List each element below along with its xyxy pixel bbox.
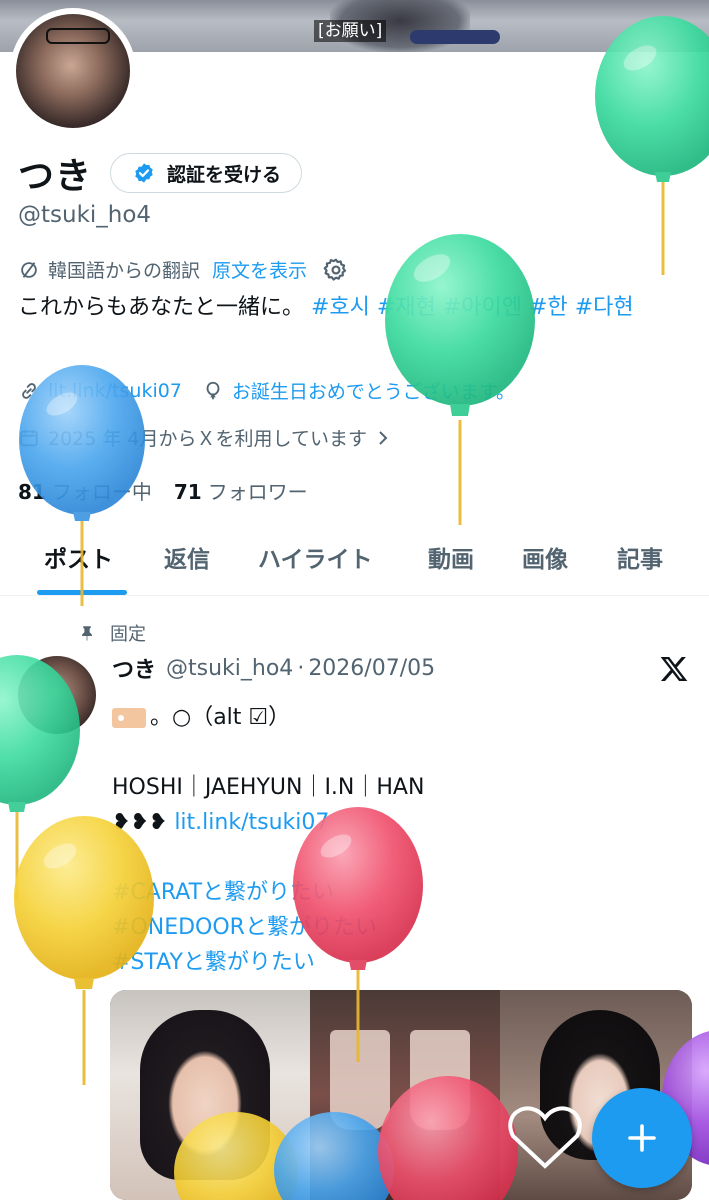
media-photo-middle [310,990,500,1200]
bio-hashtag[interactable]: #호시 [311,295,370,320]
link-icon [22,382,36,399]
tab-articles[interactable]: 記事 [617,540,663,574]
translation-row: 韓国語からの翻訳 原文を表示 [18,256,349,283]
following-count: 81 [18,480,46,504]
joined-text: 2025 年 4月からＸを利用しています [48,428,367,450]
ticket-emoji-icon [112,707,146,728]
profile-tabs: ポスト 返信 ハイライト 動画 画像 記事 [0,528,709,596]
post-line-members: HOSHI｜JAEHYUN｜I.N｜HAN [112,775,425,800]
active-tab-indicator [37,590,127,595]
balloon-icon [206,381,220,399]
post-author-name[interactable]: つき [112,652,156,684]
get-verified-button[interactable]: 認証を受ける [110,153,303,193]
tab-videos[interactable]: 動画 [428,540,474,574]
post-hashtag[interactable]: #CARATと繋がりたい [112,875,672,910]
post-link[interactable]: lit.link/tsuki07 [174,810,329,835]
birthday-item: お誕生日おめでとうございます。 [202,377,515,404]
post-author-handle[interactable]: @tsuki_ho4 [166,656,293,681]
pin-icon [82,626,92,641]
banner-caption: [お願い] [314,20,387,42]
joined-row[interactable]: 2025 年 4月からＸを利用しています [18,424,391,451]
show-original-link[interactable]: 原文を表示 [212,256,307,283]
plus-icon [628,1124,656,1152]
following-label: フォロー中 [51,480,152,504]
post-separator: · [297,655,305,681]
birthday-text[interactable]: お誕生日おめでとうございます。 [232,377,515,404]
tab-highlights[interactable]: ハイライト [258,540,373,574]
post-line-alt: 。○（alt ☑） [112,700,672,735]
tab-images[interactable]: 画像 [522,540,568,574]
get-verified-label: 認証を受ける [167,163,282,186]
post-avatar[interactable] [18,656,96,734]
bio-hashtag[interactable]: #한 [529,295,568,320]
post-hashtag[interactable]: #ONEDOORと繋がりたい [112,910,672,945]
verified-badge-icon [135,163,153,183]
profile-avatar[interactable] [16,14,130,128]
pinned-label: 固定 [110,624,146,645]
bio-hashtag[interactable]: #재현 [377,295,436,320]
follow-stats: 81 フォロー中 71 フォロワー [18,476,308,505]
profile-bio: これからもあなたと一緒に。 #호시 #재현 #아이엔 #한 #다현 [18,290,703,325]
post-line-link: ❥❥❥ lit.link/tsuki07 [112,810,330,835]
x-logo-icon[interactable] [658,653,690,685]
post-body: 。○（alt ☑） HOSHI｜JAEHYUN｜I.N｜HAN ❥❥❥ lit.… [112,700,672,980]
followers-label: フォロワー [207,480,308,504]
translate-icon [21,261,37,278]
tab-posts[interactable]: ポスト [44,540,113,574]
post-hashtag[interactable]: #STAYと繋がりたい [112,945,672,980]
post-header: つき @tsuki_ho4 · 2026/07/05 [112,652,435,684]
display-name: つき [18,156,93,197]
pinned-indicator: 固定 [78,620,146,646]
balloon-green [595,16,709,275]
bio-hashtag[interactable]: #다현 [575,295,634,320]
compose-button[interactable] [592,1088,692,1188]
chevron-right-icon [379,430,388,445]
translation-note: 韓国語からの翻訳 [48,260,201,282]
media-photo-left [110,990,310,1200]
calendar-icon [20,429,38,446]
followers-link[interactable]: 71 フォロワー [174,476,308,505]
profile-link[interactable]: lit.link/tsuki07 [48,380,182,402]
followers-count: 71 [173,480,202,504]
gear-icon[interactable] [323,257,349,283]
tab-replies[interactable]: 返信 [164,540,210,574]
post-date[interactable]: 2026/07/05 [308,656,435,681]
bio-hashtag[interactable]: #아이엔 [443,295,522,320]
profile-meta-row: lit.link/tsuki07 お誕生日おめでとうございます。 [18,377,515,404]
bio-text: これからもあなたと一緒に。 [18,295,311,320]
name-row: つき 認証を受ける [18,152,303,197]
following-link[interactable]: 81 フォロー中 [18,476,152,505]
profile-handle: @tsuki_ho4 [18,202,152,228]
